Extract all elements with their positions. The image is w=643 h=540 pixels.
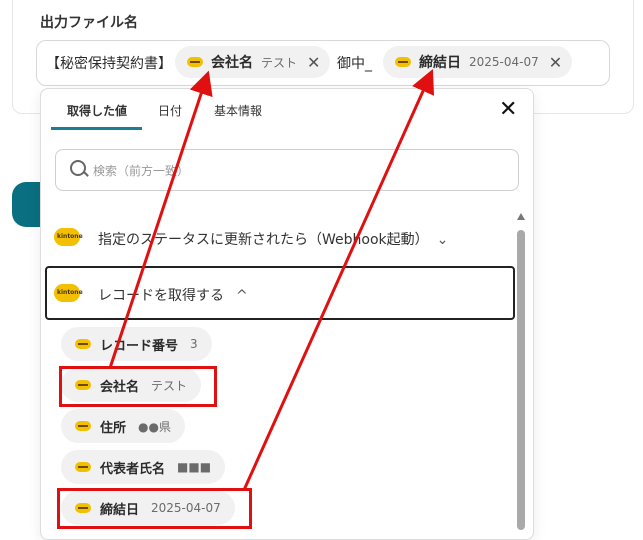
annotation-arrows	[108, 69, 435, 491]
arrow-to-company-chip	[108, 70, 213, 369]
arrow-to-date-chip	[242, 69, 435, 491]
